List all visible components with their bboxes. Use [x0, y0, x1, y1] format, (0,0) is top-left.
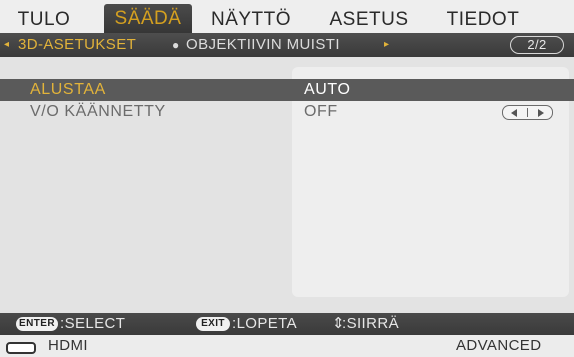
exit-hint: :LOPETA	[232, 315, 298, 332]
setting-value[interactable]: AUTO	[304, 79, 351, 101]
tab-naytto[interactable]: NÄYTTÖ	[206, 6, 296, 33]
setting-value[interactable]: OFF	[304, 101, 338, 123]
right-arrow-icon[interactable]: ▸	[384, 33, 389, 57]
tab-tulo[interactable]: TULO	[8, 6, 80, 33]
enter-key-badge: ENTER	[16, 317, 58, 331]
submenu-next[interactable]: OBJEKTIIVIN MUISTI	[186, 33, 340, 57]
projector-osd-menu: TULO SÄÄDÄ NÄYTTÖ ASETUS TIEDOT ◂ 3D-ASE…	[0, 0, 574, 357]
setting-label: V/O KÄÄNNETTY	[30, 103, 166, 120]
left-triangle-icon[interactable]	[511, 109, 517, 117]
source-label: HDMI	[48, 337, 88, 354]
submenu-separator: ●	[172, 38, 180, 52]
status-bar: HDMI ADVANCED	[0, 335, 574, 357]
menu-tabs: TULO SÄÄDÄ NÄYTTÖ ASETUS TIEDOT	[0, 0, 574, 33]
mode-label: ADVANCED	[456, 337, 542, 354]
page-indicator: 2/2	[510, 36, 564, 54]
left-right-selector-icon[interactable]	[502, 105, 553, 120]
hdmi-connector-icon	[6, 342, 36, 354]
tab-tiedot[interactable]: TIEDOT	[440, 6, 526, 33]
tab-asetus[interactable]: ASETUS	[324, 6, 414, 33]
submenu-current[interactable]: 3D-ASETUKSET	[18, 33, 136, 57]
move-hint: :SIIRRÄ	[342, 315, 399, 332]
submenu-bar: ◂ 3D-ASETUKSET ● OBJEKTIIVIN MUISTI ▸ 2/…	[0, 33, 574, 57]
help-bar: ENTER :SELECT EXIT :LOPETA ⇕ :SIIRRÄ	[0, 313, 574, 335]
enter-hint: :SELECT	[60, 315, 126, 332]
tab-saada[interactable]: SÄÄDÄ	[104, 4, 192, 33]
setting-row-alustaa[interactable]: ALUSTAA AUTO	[0, 79, 574, 101]
exit-key-badge: EXIT	[196, 317, 230, 331]
setting-row-vo-kaannetty[interactable]: V/O KÄÄNNETTY OFF	[0, 101, 574, 123]
right-triangle-icon[interactable]	[538, 109, 544, 117]
setting-label: ALUSTAA	[30, 81, 106, 98]
left-arrow-icon[interactable]: ◂	[4, 33, 9, 57]
divider	[527, 108, 528, 117]
